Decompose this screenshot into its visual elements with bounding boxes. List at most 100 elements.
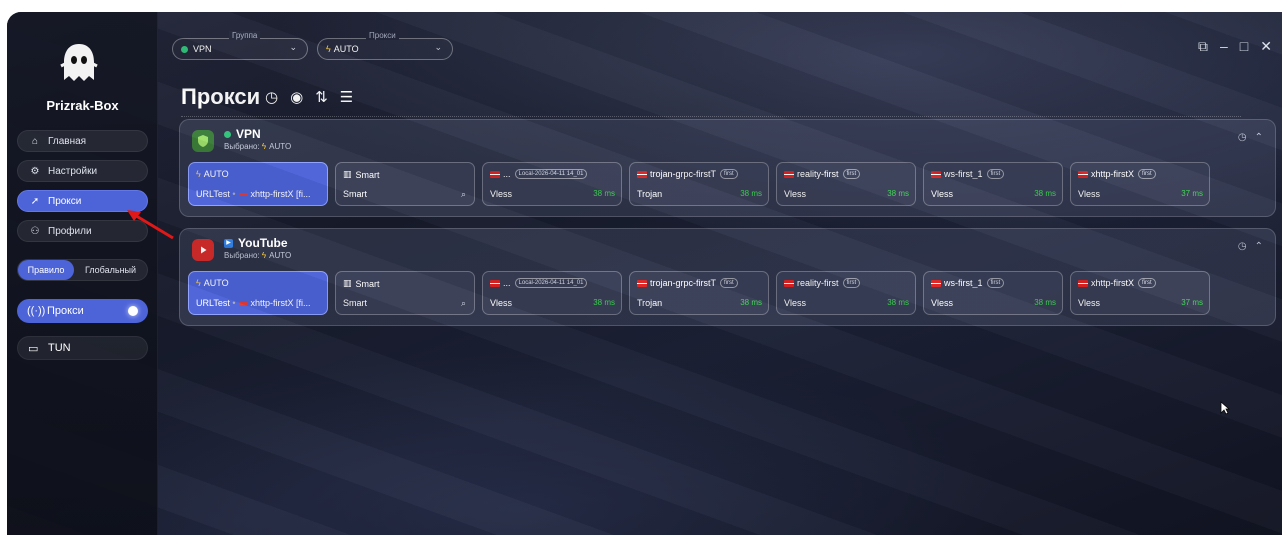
sidebar-item-home[interactable]: ⌂ Главная	[17, 130, 148, 152]
card-badge: first	[842, 169, 861, 179]
divider	[181, 116, 1241, 117]
card-name: trojan-grpc-firstT	[650, 278, 717, 288]
shield-icon	[192, 130, 214, 152]
proxy-switch[interactable]: ((·)) Прокси	[17, 299, 148, 323]
page-title: Прокси	[181, 84, 261, 109]
chevron-up-icon[interactable]: ⌃	[1255, 132, 1263, 143]
speedtest-icon[interactable]: ◷	[265, 88, 278, 106]
proxy-card-trojan[interactable]: trojan-grpc-firstT first Trojan 38 ms	[629, 271, 769, 315]
card-type: Vless	[490, 189, 513, 199]
card-name: trojan-grpc-firstT	[650, 169, 717, 179]
window-controls: ⧉ – □ ✕	[1198, 38, 1272, 55]
smart-icon: ▥	[343, 278, 352, 288]
bolt-icon: ϟ	[196, 169, 201, 179]
flag-icon	[637, 279, 647, 287]
group-selected: Выбрано: ϟ AUTO	[224, 142, 291, 151]
card-type: Smart	[343, 298, 368, 308]
flag-icon	[931, 170, 941, 178]
proxy-card-xhttp[interactable]: xhttp-firstX first Vless 37 ms	[1070, 162, 1210, 206]
card-name: ...	[503, 278, 511, 288]
card-name: AUTO	[203, 278, 229, 288]
home-icon: ⌂	[31, 135, 39, 147]
maximize-icon[interactable]: □	[1240, 38, 1248, 55]
latency: 38 ms	[740, 189, 762, 198]
flag-icon	[637, 170, 647, 178]
selected-value: AUTO	[269, 251, 292, 260]
group-name-text: YouTube	[238, 236, 288, 250]
sort-icon[interactable]: ⇅	[315, 88, 328, 106]
sidebar-item-settings[interactable]: ⚙ Настройки	[17, 160, 148, 182]
group-name: ▶ YouTube	[224, 236, 288, 250]
bolt-icon: ϟ	[261, 251, 267, 260]
list-icon[interactable]: ☰	[340, 88, 353, 106]
group-name: VPN	[224, 127, 261, 141]
group-value: VPN	[193, 44, 212, 54]
proxy-card-reality[interactable]: reality-first first Vless 38 ms	[776, 162, 916, 206]
flag-icon	[490, 279, 500, 287]
proxy-dropdown[interactable]: Прокси ϟ AUTO ⌄	[317, 31, 453, 60]
search-icon[interactable]: ⌕	[461, 189, 466, 200]
selected-value: AUTO	[269, 142, 292, 151]
chevron-down-icon: ⌄	[289, 42, 297, 52]
sidebar-item-label: Профили	[48, 225, 92, 237]
card-badge: first	[1138, 169, 1156, 179]
minimize-icon[interactable]: –	[1220, 38, 1228, 55]
latency: 38 ms	[1034, 298, 1056, 307]
youtube-icon	[192, 239, 214, 261]
close-icon[interactable]: ✕	[1260, 38, 1272, 55]
card-badge: first	[986, 278, 1005, 288]
proxy-card-ws[interactable]: ws-first_1 first Vless 38 ms	[923, 271, 1063, 315]
mouse-cursor-icon	[1220, 401, 1230, 415]
card-type: Vless	[490, 298, 513, 308]
sidebar-item-label: Прокси	[48, 195, 82, 207]
rocket-icon: ➚	[30, 195, 40, 207]
flag-icon	[784, 279, 794, 287]
proxy-card-reality[interactable]: reality-first first Vless 38 ms	[776, 271, 916, 315]
card-name: Smart	[355, 278, 380, 289]
proxy-card-local[interactable]: ... Local-2026-04-11 14_01 Vless 38 ms	[482, 271, 622, 315]
mode-toggle[interactable]: Правило Глобальный	[17, 259, 148, 281]
monitor-icon: ▭	[28, 342, 39, 355]
group-tools: ◷ ⌃	[1238, 132, 1263, 143]
red-arrow-annotation	[127, 210, 174, 240]
eye-icon[interactable]: ◉	[290, 88, 303, 106]
mode-global-button[interactable]: Глобальный	[74, 260, 147, 280]
proxy-card-ws[interactable]: ws-first_1 first Vless 38 ms	[923, 162, 1063, 206]
proxy-card-xhttp[interactable]: xhttp-firstX first Vless 37 ms	[1070, 271, 1210, 315]
bolt-icon: ϟ	[261, 142, 267, 151]
play-icon: ▶	[224, 238, 233, 248]
toggle-knob[interactable]	[128, 306, 138, 316]
pip-icon[interactable]: ⧉	[1198, 38, 1208, 55]
card-type: URLTest	[196, 189, 230, 199]
group-tools: ◷ ⌃	[1238, 241, 1263, 252]
title-toolbar: ◷ ◉ ⇅ ☰	[265, 88, 353, 106]
tun-switch[interactable]: ▭ TUN	[17, 336, 148, 360]
card-type: Vless	[1078, 189, 1101, 199]
proxy-group-youtube: ▶ YouTube Выбрано: ϟ AUTO ◷ ⌃ ϟ AUTO URLTe…	[179, 228, 1276, 326]
proxy-card-auto[interactable]: ϟ AUTO URLTest • xhttp-firstX [fi...	[188, 162, 328, 206]
proxy-card-smart[interactable]: ▥ Smart Smart ⌕	[335, 162, 475, 206]
bolt-icon: ϟ	[326, 44, 331, 54]
flag-icon	[1078, 170, 1088, 178]
card-type: Trojan	[637, 189, 663, 199]
card-badge: first	[986, 169, 1005, 179]
switch-label: Прокси	[47, 305, 84, 317]
mode-rule-button[interactable]: Правило	[18, 260, 74, 280]
proxy-card-trojan[interactable]: trojan-grpc-firstT first Trojan 38 ms	[629, 162, 769, 206]
card-name: reality-first	[797, 278, 839, 288]
card-type: Trojan	[637, 298, 663, 308]
proxy-card-local[interactable]: ... Local-2026-04-11 14_01 Vless 38 ms	[482, 162, 622, 206]
proxy-card-smart[interactable]: ▥ Smart Smart ⌕	[335, 271, 475, 315]
flag-icon	[238, 302, 248, 306]
search-icon[interactable]: ⌕	[461, 298, 466, 309]
chevron-up-icon[interactable]: ⌃	[1255, 241, 1263, 252]
speedtest-icon[interactable]: ◷	[1238, 132, 1247, 143]
card-type: Vless	[931, 189, 954, 199]
speedtest-icon[interactable]: ◷	[1238, 241, 1247, 252]
bolt-icon: ϟ	[196, 278, 201, 288]
card-badge: first	[842, 278, 861, 288]
group-dropdown[interactable]: Группа VPN ⌄	[172, 31, 308, 60]
proxy-card-auto[interactable]: ϟ AUTO URLTest • xhttp-firstX [fi...	[188, 271, 328, 315]
chevron-down-icon: ⌄	[434, 42, 442, 52]
flag-icon	[490, 170, 500, 178]
